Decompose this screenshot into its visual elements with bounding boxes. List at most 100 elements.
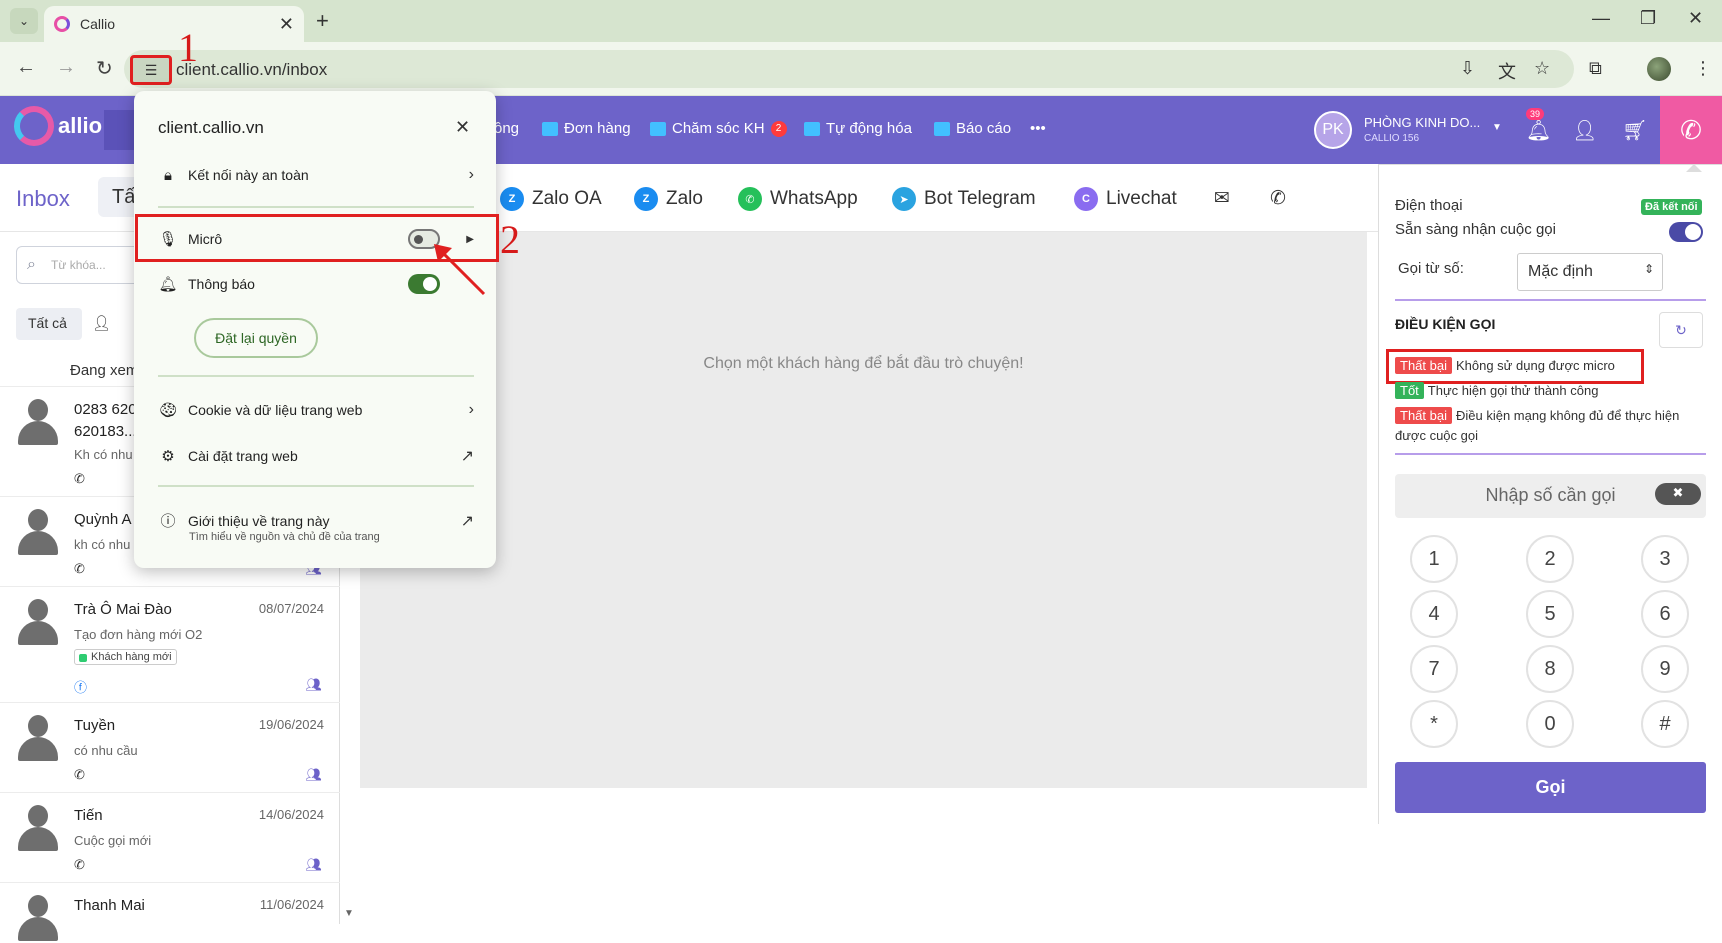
back-button[interactable]: ← — [16, 56, 36, 79]
nav-collapsed-item[interactable] — [104, 110, 134, 150]
connection-secure-row[interactable]: 🔒︎ Kết nối này an toàn › — [158, 166, 474, 184]
list-item[interactable]: Tuyền 19/06/2024 có nhu cầu ✆ 👥︎ — [0, 702, 340, 792]
close-tab-icon[interactable]: ✕ — [279, 14, 294, 35]
nav-item-reports[interactable]: Báo cáo — [934, 120, 1011, 137]
refresh-button[interactable]: ↻ — [1659, 312, 1703, 348]
channel-label: WhatsApp — [770, 188, 858, 209]
extensions-icon[interactable]: ⧉ — [1589, 58, 1602, 79]
clear-number-button[interactable]: ✖ — [1655, 483, 1701, 505]
channel-zalo-oa[interactable]: Z Zalo OA — [500, 187, 602, 211]
dial-key-1[interactable]: 1 — [1410, 535, 1458, 583]
channel-livechat[interactable]: C Livechat — [1074, 187, 1177, 211]
callio-logo[interactable]: allio — [14, 106, 102, 146]
list-item[interactable]: Thanh Mai 11/06/2024 — [0, 882, 340, 941]
channel-phone[interactable]: ✆ — [1270, 187, 1286, 210]
condition-text: Thực hiện gọi thử thành công — [1427, 383, 1599, 398]
bookmark-star-icon[interactable]: ☆ — [1534, 58, 1550, 79]
message-snippet: Kh có nhu — [74, 447, 133, 462]
notifications-permission-row[interactable]: 🔔︎ Thông báo — [158, 275, 388, 293]
contact-name: Tuyền — [74, 717, 116, 734]
profile-avatar[interactable] — [1647, 57, 1671, 81]
dial-key-7[interactable]: 7 — [1410, 645, 1458, 693]
translate-icon[interactable]: 文 — [1498, 58, 1516, 84]
scroll-down-arrow[interactable]: ▼ — [344, 908, 354, 919]
dial-key-8[interactable]: 8 — [1526, 645, 1574, 693]
select-value: Mặc định — [1528, 263, 1593, 280]
dial-key-hash[interactable]: # — [1641, 700, 1689, 748]
support-agent-icon[interactable]: 👤︎ — [1572, 118, 1597, 143]
url-text[interactable]: client.callio.vn/inbox — [176, 60, 327, 80]
chevron-right-icon: › — [468, 401, 474, 418]
channel-zalo[interactable]: Z Zalo — [634, 187, 703, 211]
filter-all-button[interactable]: Tất cả — [16, 308, 82, 340]
close-icon[interactable]: ✕ — [455, 117, 470, 138]
cookies-row[interactable]: 🍪︎ Cookie và dữ liệu trang web › — [158, 401, 474, 419]
cart-icon[interactable]: 🛒︎ — [1622, 118, 1647, 143]
add-user-filter-icon[interactable]: 👤︎ — [92, 314, 111, 332]
notifications-toggle[interactable] — [408, 274, 440, 294]
reload-button[interactable]: ↻ — [96, 56, 113, 81]
minimize-button[interactable]: — — [1592, 8, 1610, 29]
dial-key-6[interactable]: 6 — [1641, 590, 1689, 638]
forward-button[interactable]: → — [56, 56, 76, 79]
notification-count-badge: 39 — [1526, 108, 1545, 120]
nav-more-button[interactable]: ••• — [1030, 120, 1046, 137]
site-settings-row[interactable]: ⚙ Cài đặt trang web ↗ — [158, 446, 474, 466]
browser-tab[interactable]: Callio ✕ — [44, 6, 304, 42]
close-window-button[interactable]: ✕ — [1688, 8, 1703, 29]
list-item[interactable]: Trà Ô Mai Đào 08/07/2024 Tạo đơn hàng mớ… — [0, 586, 340, 702]
zalo-icon: Z — [634, 187, 658, 211]
phone-panel-title: Điện thoại — [1395, 197, 1463, 214]
channel-label: Zalo — [666, 188, 703, 209]
about-page-row[interactable]: ⓘ Giới thiệu về trang này ↗ — [158, 510, 474, 531]
bell-icon[interactable]: 🔔︎ — [1526, 118, 1551, 143]
chevron-down-icon[interactable]: ▼ — [1492, 122, 1502, 133]
chevron-right-icon: › — [468, 166, 474, 183]
dial-key-5[interactable]: 5 — [1526, 590, 1574, 638]
maximize-button[interactable]: ❐ — [1640, 8, 1656, 29]
site-info-button[interactable]: ☰ — [130, 55, 172, 85]
call-from-select[interactable]: Mặc định ⇕ — [1517, 253, 1663, 291]
avatar — [18, 399, 58, 447]
avatar — [18, 805, 58, 853]
message-snippet: Cuộc gọi mới — [74, 833, 152, 848]
divider — [1395, 299, 1706, 301]
tab-list-button[interactable]: ⌄ — [10, 8, 38, 34]
user-avatar[interactable]: PK — [1314, 111, 1352, 149]
omnibox[interactable] — [124, 50, 1574, 88]
dial-key-0[interactable]: 0 — [1526, 700, 1574, 748]
nav-item-customer-care[interactable]: Chăm sóc KH 2 — [650, 120, 787, 137]
nav-badge: 2 — [770, 120, 787, 137]
panel-pointer — [1686, 164, 1702, 172]
install-app-icon[interactable]: ⇩ — [1460, 58, 1475, 79]
customer-care-icon — [650, 121, 666, 136]
contact-name: Tiến — [74, 807, 103, 824]
message-snippet: kh có nhu — [74, 537, 131, 552]
channel-email[interactable]: ✉ — [1214, 187, 1230, 210]
dial-key-star[interactable]: * — [1410, 700, 1458, 748]
nav-item-orders[interactable]: Đơn hàng — [542, 120, 631, 137]
channel-whatsapp[interactable]: ✆ WhatsApp — [738, 187, 858, 211]
telegram-icon: ➤ — [892, 187, 916, 211]
reset-permissions-button[interactable]: Đặt lại quyền — [194, 318, 318, 358]
dial-key-4[interactable]: 4 — [1410, 590, 1458, 638]
browser-menu-icon[interactable]: ⋮ — [1694, 58, 1712, 79]
tab-title: Callio — [80, 16, 116, 32]
dial-key-2[interactable]: 2 — [1526, 535, 1574, 583]
channel-bot-telegram[interactable]: ➤ Bot Telegram — [892, 187, 1036, 211]
nav-item-partial[interactable]: ồng — [494, 120, 519, 137]
phone-panel-button[interactable]: ✆ — [1660, 96, 1722, 164]
dial-key-3[interactable]: 3 — [1641, 535, 1689, 583]
user-name[interactable]: PHÒNG KINH DO... — [1364, 115, 1480, 130]
new-tab-button[interactable]: + — [316, 8, 329, 34]
annotation-number-2: 2 — [500, 217, 520, 262]
call-button[interactable]: Gọi — [1395, 762, 1706, 813]
divider — [158, 485, 474, 487]
dial-key-9[interactable]: 9 — [1641, 645, 1689, 693]
nav-item-automation[interactable]: Tự động hóa — [804, 120, 912, 137]
ready-toggle[interactable] — [1669, 222, 1703, 242]
gear-icon: ⚙ — [161, 448, 175, 465]
conversation-date: 19/06/2024 — [258, 717, 324, 732]
annotation-arrow-icon — [434, 244, 486, 296]
list-item[interactable]: Tiến 14/06/2024 Cuộc gọi mới ✆ 👥︎ — [0, 792, 340, 882]
